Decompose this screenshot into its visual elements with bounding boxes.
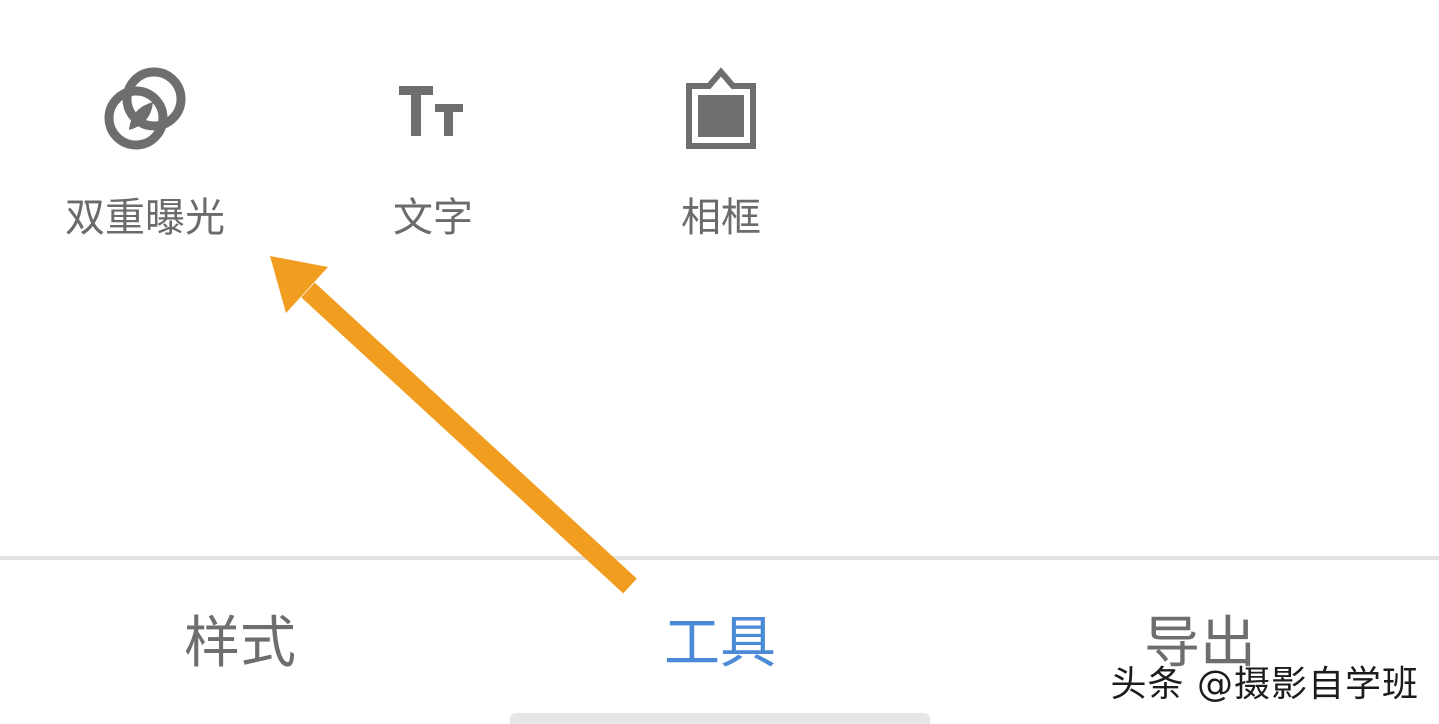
tool-label-text: 文字 [393, 195, 473, 241]
tool-double-exposure[interactable]: 双重曝光 [0, 0, 290, 260]
home-indicator[interactable] [510, 713, 930, 724]
tools-panel: 双重曝光 文字 相框 [0, 0, 1439, 556]
double-exposure-icon [99, 66, 191, 158]
tool-label-double-exposure: 双重曝光 [65, 195, 225, 241]
tab-tools[interactable]: 工具 [570, 606, 870, 682]
text-icon [387, 66, 479, 158]
tool-text[interactable]: 文字 [288, 0, 578, 260]
watermark: 头条 @摄影自学班 [1110, 664, 1419, 705]
frame-icon [675, 66, 767, 158]
tool-frame[interactable]: 相框 [576, 0, 866, 260]
tool-label-frame: 相框 [681, 195, 761, 241]
tab-style[interactable]: 样式 [90, 606, 390, 682]
